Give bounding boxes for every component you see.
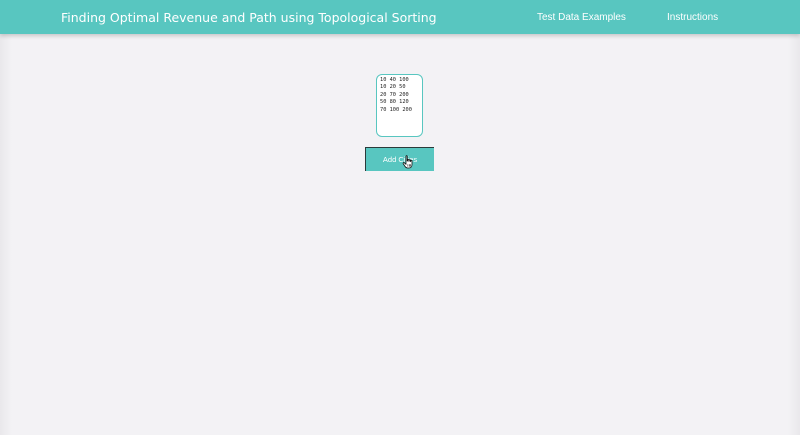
navbar: Finding Optimal Revenue and Path using T… xyxy=(0,0,800,34)
nav-link-instructions[interactable]: Instructions xyxy=(667,12,718,23)
nav-link-test-data-examples[interactable]: Test Data Examples xyxy=(537,12,626,23)
app-title: Finding Optimal Revenue and Path using T… xyxy=(61,10,437,25)
add-cities-button[interactable]: Add Cities xyxy=(365,147,434,171)
cities-input[interactable]: 10 40 100 10 20 50 20 70 200 50 80 120 7… xyxy=(376,74,423,137)
page: Finding Optimal Revenue and Path using T… xyxy=(0,0,800,435)
